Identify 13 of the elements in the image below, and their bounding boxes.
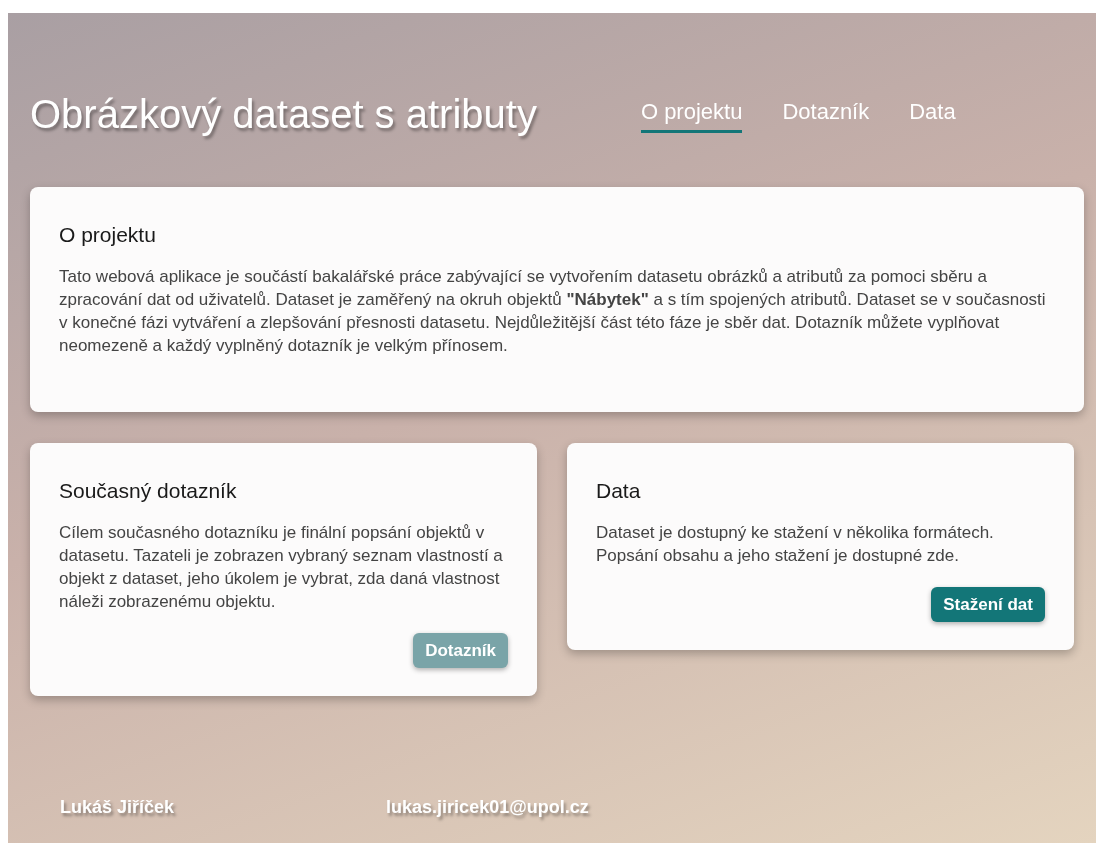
- site-title: Obrázkový dataset s atributy: [30, 91, 537, 138]
- card-text: Dataset je dostupný ke stažení v několika formátech. Popsání obsahu a jeho stažení je dostupné zde.: [596, 521, 995, 567]
- card-text: Cílem současného dotazníku je finální popsání objektů v datasetu. Tazateli je zobrazen vybraný seznam vlastností a objekt z dataset, jeho úkolem je vybrat, zda daná vlastnost náleži zobrazenému objektu.: [59, 521, 504, 613]
- nav-link[interactable]: Dotazník: [782, 95, 870, 133]
- nav-link[interactable]: Data: [909, 95, 956, 133]
- card-title: Současný dotazník: [59, 478, 238, 504]
- card-button[interactable]: Stažení dat: [931, 586, 1045, 622]
- card-text: Tato webová aplikace je součástí bakalářské práce zabývající se vytvořením datasetu obrázků a atributů za pomoci sběru a zpracování dat od uživatelů. Dataset je zaměřený na okruh objektů "Nábytek" a s tím spojených atributů. Dataset se v současnosti v konečné fázi vytváření a zlepšování přesnosti datasetu. Nejdůležitější část této fáze je sběr dat. Dotazník můžete vyplňovat neomezeně a každý vyplněný dotazník je velkým přínosem.: [59, 265, 1047, 357]
- nav-link[interactable]: O projektu: [640, 95, 743, 133]
- author-name: Lukáš Jiříček: [60, 796, 175, 819]
- card-title: O projektu: [59, 222, 157, 248]
- author-email: lukas.jiricek01@upol.cz: [386, 796, 589, 819]
- card-title: Data: [596, 478, 642, 504]
